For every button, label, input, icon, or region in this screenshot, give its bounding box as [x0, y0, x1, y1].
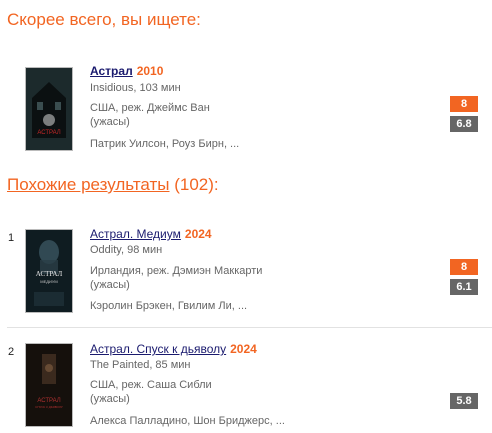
similar-results-link[interactable]: Похожие результаты: [7, 175, 170, 194]
poster-title-text: АСТРАЛ: [37, 398, 60, 404]
divider: [7, 327, 492, 328]
similar-results-heading: Похожие результаты (102):: [7, 175, 219, 195]
poster-image: АСТРАЛ МЕДИУМ: [26, 230, 72, 312]
cast: Алекса Палладино, Шон Бриджерс, ...: [90, 415, 285, 427]
original-title-duration: Insidious, 103 мин: [90, 82, 181, 94]
country-director: США, реж. Джеймс Ван: [90, 102, 210, 114]
result-year: 2024: [230, 342, 257, 356]
poster-subtitle-text: СПУСК К ДЬЯВОЛУ: [35, 405, 63, 409]
country-director: Ирландия, реж. Дэмиэн Маккарти: [90, 265, 263, 277]
result-number: 1: [8, 232, 15, 244]
rating-orange-badge: 8: [450, 96, 478, 112]
genre: (ужасы): [90, 393, 130, 405]
cast: Кэролин Брэкен, Гвилим Ли, ...: [90, 300, 248, 312]
result-number: 2: [8, 346, 15, 358]
poster-astral[interactable]: АСТРАЛ: [25, 67, 73, 151]
result-year: 2024: [184, 227, 212, 241]
original-title-duration: The Painted, 85 мин: [90, 359, 191, 371]
original-title-duration: Oddity, 98 мин: [90, 244, 163, 256]
result-year: 2010: [136, 64, 164, 78]
result-title-link[interactable]: Астрал. Медиум: [90, 227, 181, 241]
rating-gray-badge: 5.8: [450, 393, 478, 409]
poster-astral-descent[interactable]: АСТРАЛ СПУСК К ДЬЯВОЛУ: [25, 343, 73, 427]
country-director: США, реж. Саша Сибли: [90, 379, 212, 391]
genre: (ужасы): [90, 116, 130, 128]
rating-gray-badge: 6.8: [450, 116, 478, 132]
result-title-link[interactable]: Астрал. Спуск к дьяволу: [90, 342, 226, 356]
poster-title-text: АСТРАЛ: [37, 130, 60, 136]
poster-image: АСТРАЛ СПУСК К ДЬЯВОЛУ: [26, 344, 72, 426]
genre: (ужасы): [90, 279, 130, 291]
poster-title-text: АСТРАЛ: [36, 270, 63, 278]
poster-astral-medium[interactable]: АСТРАЛ МЕДИУМ: [25, 229, 73, 313]
rating-orange-badge: 8: [450, 259, 478, 275]
rating-gray-badge: 6.1: [450, 279, 478, 295]
cast: Патрик Уилсон, Роуз Бирн, ...: [90, 138, 240, 150]
similar-results-count: (102):: [174, 175, 219, 194]
poster-subtitle-text: МЕДИУМ: [40, 279, 57, 284]
best-match-heading: Скорее всего, вы ищете:: [7, 10, 201, 29]
result-title-link[interactable]: Астрал: [90, 64, 133, 78]
poster-image: АСТРАЛ: [26, 68, 72, 150]
